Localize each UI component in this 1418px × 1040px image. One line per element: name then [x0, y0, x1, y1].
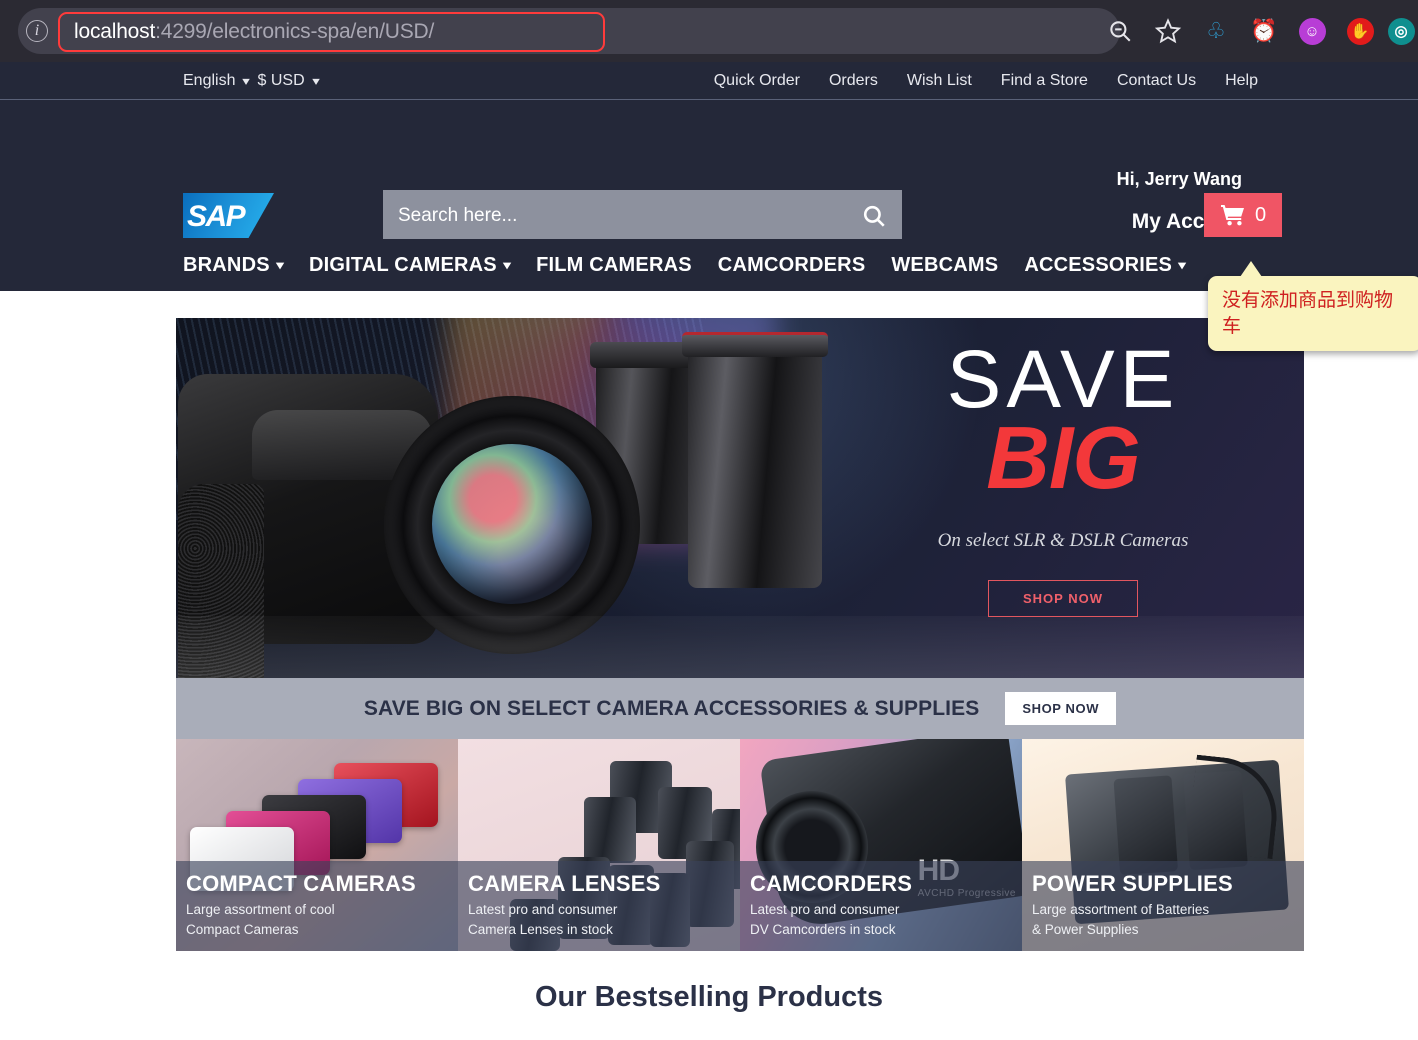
hero-copy: SAVE BIG On select SLR & DSLR Cameras SH…	[848, 338, 1278, 617]
main-navigation: BRANDS ▾ DIGITAL CAMERAS ▾ FILM CAMERAS …	[0, 239, 1418, 291]
reflection-strip	[176, 616, 1304, 678]
utility-links: Quick Order Orders Wish List Find a Stor…	[714, 62, 1258, 100]
tile-camera-lenses[interactable]: CAMERA LENSES Latest pro and consumer Ca…	[458, 739, 740, 951]
utility-link-orders[interactable]: Orders	[829, 72, 878, 90]
chevron-down-icon[interactable]: ▾	[312, 74, 320, 88]
site-header: SAP Hi, Jerry Wang My Account ▾ 0 没有添加商品…	[0, 100, 1418, 352]
power-cord	[1186, 754, 1283, 860]
category-tiles: COMPACT CAMERAS Large assortment of cool…	[176, 739, 1304, 951]
tile-subtitle: Latest pro and consumer DV Camcorders in…	[750, 902, 900, 937]
nav-item-webcams[interactable]: WEBCAMS	[891, 254, 998, 277]
tile-caption: CAMERA LENSES Latest pro and consumer Ca…	[458, 861, 740, 951]
sap-logo[interactable]: SAP	[183, 193, 274, 238]
extension-pin-icon[interactable]: ♧	[1192, 11, 1240, 51]
utility-link-help[interactable]: Help	[1225, 72, 1258, 90]
nav-label: CAMCORDERS	[717, 253, 866, 276]
logo-text: SAP	[187, 200, 246, 233]
tile-caption: CAMCORDERS Latest pro and consumer DV Ca…	[740, 861, 1022, 951]
url-path: :4299/electronics-spa/en/USD/	[155, 20, 435, 43]
url-input[interactable]: localhost:4299/electronics-spa/en/USD/	[58, 12, 605, 52]
hero-banner[interactable]: SAVE BIG On select SLR & DSLR Cameras SH…	[176, 318, 1304, 678]
utility-link-wish-list[interactable]: Wish List	[907, 72, 972, 90]
site-root: English ▾ $ USD ▾ Quick Order Orders Wis…	[0, 62, 1418, 1040]
mini-cart-button[interactable]: 0	[1204, 193, 1282, 237]
teal-circle-icon[interactable]: ◎	[1384, 11, 1418, 51]
promo-text: SAVE BIG ON SELECT CAMERA ACCESSORIES & …	[363, 696, 980, 720]
bestselling-heading: Our Bestselling Products	[534, 981, 884, 1013]
tile-camcorders[interactable]: HD AVCHD Progressive CAMCORDERS Latest p…	[740, 739, 1022, 951]
search-box[interactable]	[383, 190, 902, 241]
chevron-down-icon: ▾	[1178, 258, 1187, 272]
utility-link-find-a-store[interactable]: Find a Store	[1001, 72, 1088, 90]
nav-label: ACCESSORIES	[1024, 253, 1173, 276]
tile-subtitle: Large assortment of Batteries & Power Su…	[1032, 902, 1210, 937]
hero-shop-now-button[interactable]: SHOP NOW	[988, 579, 1138, 617]
zoom-out-icon[interactable]	[1096, 11, 1144, 51]
user-greeting: Hi, Jerry Wang	[1116, 169, 1242, 189]
chevron-down-icon: ▾	[503, 258, 511, 272]
nav-item-brands[interactable]: BRANDS ▾	[183, 253, 284, 277]
nav-label: BRANDS	[183, 253, 270, 276]
tile-subtitle: Latest pro and consumer Camera Lenses in…	[468, 902, 618, 937]
search-button[interactable]	[846, 190, 902, 241]
utility-link-contact-us[interactable]: Contact Us	[1117, 72, 1196, 90]
star-icon[interactable]	[1144, 11, 1192, 51]
cart-tooltip: 没有添加商品到购物车	[1208, 260, 1418, 352]
nav-label: DIGITAL CAMERAS	[309, 253, 497, 276]
alarm-clock-icon[interactable]: ⏰	[1240, 11, 1288, 51]
tile-title: CAMERA LENSES	[468, 871, 661, 896]
nav-item-film-cameras[interactable]: FILM CAMERAS	[536, 254, 692, 277]
lens-image-3	[682, 332, 828, 588]
tile-caption: COMPACT CAMERAS Large assortment of cool…	[176, 861, 458, 951]
nav-label: WEBCAMS	[891, 253, 999, 276]
lens-glass	[432, 444, 592, 604]
locale-selectors: English ▾ $ USD ▾	[183, 62, 319, 100]
tile-title: CAMCORDERS	[750, 871, 913, 896]
shopping-cart-icon	[1220, 205, 1244, 226]
lens-b	[584, 797, 636, 863]
purple-badge-icon[interactable]: ☺	[1288, 11, 1336, 51]
nav-item-accessories[interactable]: ACCESSORIES ▾	[1024, 253, 1187, 277]
browser-icon-group: ♧ ⏰ ☺ ✋ ◎	[1096, 0, 1418, 62]
url-host: localhost	[74, 20, 156, 43]
chevron-down-icon[interactable]: ▾	[243, 74, 251, 88]
tile-title: POWER SUPPLIES	[1032, 871, 1233, 896]
language-selector[interactable]: English	[183, 72, 235, 90]
nav-label: FILM CAMERAS	[536, 253, 692, 276]
search-input[interactable]	[383, 190, 846, 241]
chevron-down-icon: ▾	[275, 258, 284, 272]
tile-title: COMPACT CAMERAS	[186, 871, 416, 896]
promo-bar: SAVE BIG ON SELECT CAMERA ACCESSORIES & …	[176, 678, 1304, 739]
tile-power-supplies[interactable]: POWER SUPPLIES Large assortment of Batte…	[1022, 739, 1304, 951]
nav-item-digital-cameras[interactable]: DIGITAL CAMERAS ▾	[309, 253, 511, 277]
info-icon[interactable]: i	[26, 20, 48, 42]
cart-item-count: 0	[1254, 203, 1267, 226]
tile-caption: POWER SUPPLIES Large assortment of Batte…	[1022, 861, 1304, 951]
promo-shop-now-button[interactable]: SHOP NOW	[1005, 692, 1117, 725]
hero-headline-2: BIG	[986, 408, 1140, 508]
hero-subtitle: On select SLR & DSLR Cameras	[937, 529, 1189, 551]
tile-compact-cameras[interactable]: COMPACT CAMERAS Large assortment of cool…	[176, 739, 458, 951]
utility-link-quick-order[interactable]: Quick Order	[714, 72, 800, 90]
utility-bar: English ▾ $ USD ▾ Quick Order Orders Wis…	[0, 62, 1418, 100]
tile-subtitle: Large assortment of cool Compact Cameras	[186, 902, 335, 937]
currency-selector[interactable]: $ USD	[258, 72, 305, 90]
stop-hand-icon[interactable]: ✋	[1336, 11, 1384, 51]
browser-toolbar: i localhost:4299/electronics-spa/en/USD/…	[0, 0, 1418, 62]
nav-item-camcorders[interactable]: CAMCORDERS	[718, 254, 866, 277]
